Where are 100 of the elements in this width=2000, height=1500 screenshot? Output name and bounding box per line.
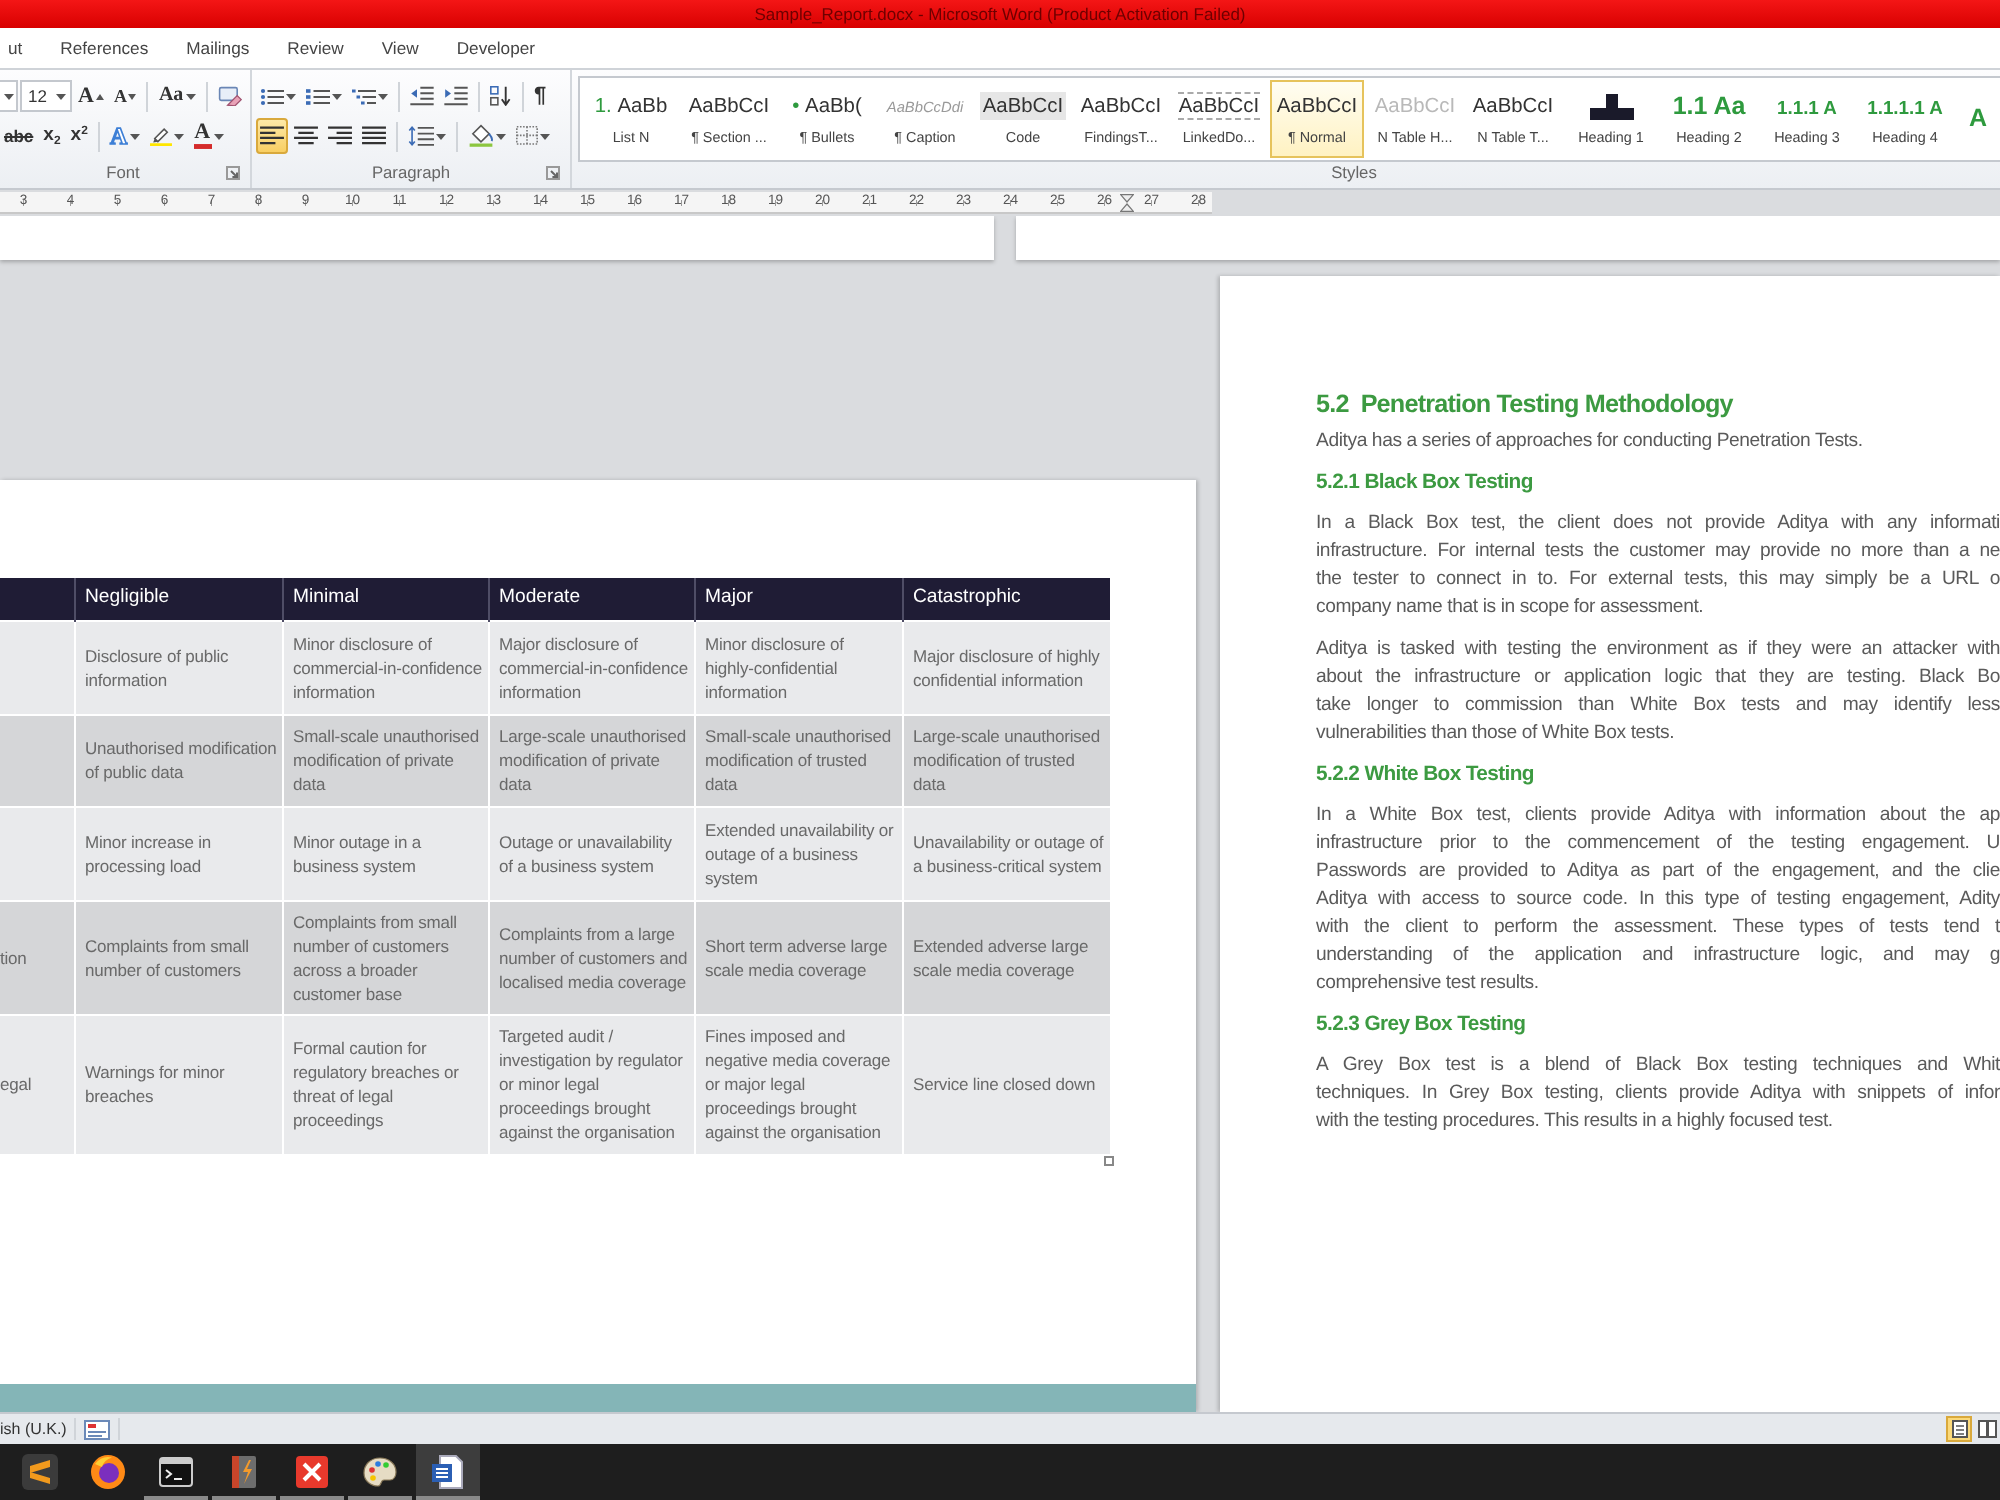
table-cell: Disclosure of public information (74, 620, 282, 714)
ribbon-tab[interactable]: Developer (448, 33, 543, 63)
paragraph-line: infrastructure prior to the commencement of the testing engagement. U (1316, 830, 2000, 858)
taskbar-button[interactable] (416, 1444, 480, 1500)
caret-up-icon (95, 93, 104, 99)
table-cell: tion (0, 900, 74, 1014)
dialog-launcher-icon (546, 166, 560, 180)
book-icon (226, 1454, 262, 1490)
table-cell: Fines imposed and negative media coverage or major legal proceedings brought against the organisation (694, 1014, 902, 1154)
ribbon-tab[interactable]: ut (0, 33, 31, 63)
highlighter-icon (149, 125, 172, 147)
paragraph-line: Aditya has a series of approaches for conducting Penetration Tests. (1316, 428, 1865, 456)
table-cell: Targeted audit / investigation by regulator or minor legal proceedings brought against the organisation (488, 1014, 694, 1154)
caret-icon (185, 93, 196, 99)
subscript-button[interactable]: x$_{2}$ (39, 118, 65, 154)
print-layout-button[interactable] (1946, 1416, 1972, 1442)
two-page-view-button[interactable] (1974, 1416, 2000, 1442)
ribbon-tab[interactable]: View (373, 33, 427, 63)
numbered-list-icon (306, 87, 330, 105)
language-status[interactable]: ish (U.K.) (0, 1417, 67, 1441)
column-header: Major (694, 578, 902, 620)
table-cell: Unauthorised modification of public data (74, 714, 282, 806)
paragraph-line: infrastructure. For internal tests the customer may provide no more than a ne (1316, 538, 2000, 566)
paragraph-line: take longer to commission than White Box tests and may identify less (1316, 692, 2000, 720)
paragraph-line: comprehensive test results. (1316, 970, 1541, 998)
chevron-logo-icon (22, 1454, 58, 1490)
table-cell: Large-scale unauthorised modification of private data (488, 714, 694, 806)
font-color-button[interactable]: A (189, 118, 228, 154)
paint-bucket-icon (468, 124, 494, 148)
table-cell: Minor disclosure of highly-confidential information (694, 620, 902, 714)
table-cell: Small-scale unauthorised modification of trusted data (694, 714, 902, 806)
superscript-button[interactable]: x$^{2}$ (66, 118, 92, 154)
font-size-field[interactable]: 12 (20, 80, 72, 112)
paragraph-line: the tester to connect in to. For external tests, this may simply be a URL o (1316, 566, 2000, 594)
paragraph-line: A Grey Box test is a blend of Black Box testing techniques and Whit (1316, 1052, 2000, 1080)
caret-icon (378, 93, 388, 99)
ribbon-tab[interactable]: Review (279, 33, 352, 63)
show-marks-button[interactable]: ¶ (530, 78, 551, 114)
borders-icon (516, 126, 538, 146)
heading-title: Penetration Testing Methodology (1360, 388, 1733, 422)
subsection-heading: 5.2.2 White Box Testing (1316, 762, 1536, 790)
ribbon-tab[interactable]: Mailings (178, 33, 258, 63)
font-name-dropdown[interactable] (0, 80, 18, 112)
align-center-icon (294, 126, 318, 146)
paragraph-line: In a Black Box test, the client does not provide Aditya with any informati (1316, 510, 2000, 538)
ribbon-tab[interactable]: References (52, 33, 157, 63)
style-gallery-item[interactable]: A (1956, 80, 2000, 158)
table-cell: Warnings for minor breaches (74, 1014, 282, 1154)
caret-icon (129, 133, 140, 139)
ring-logo-icon (90, 1454, 126, 1490)
paragraph-line: Passwords are provided to Aditya as part of the engagement, and the clie (1316, 858, 2000, 886)
document-status-icon (84, 1419, 111, 1439)
caret-icon (496, 133, 506, 139)
caret-down-icon (128, 93, 137, 99)
paragraph-line: Aditya with access to source code. In this type of testing engagement, Adity (1316, 886, 2000, 914)
caret-icon (540, 133, 550, 139)
bullet-list-icon (260, 87, 284, 105)
table-cell: Complaints from small number of customers across a broader customer base (282, 900, 488, 1014)
table-cell: Minor increase in processing load (74, 806, 282, 900)
color-bar-icon (193, 144, 212, 150)
two-pages-icon (1977, 1420, 1997, 1438)
caret-icon (286, 93, 296, 99)
caret-icon (213, 133, 224, 139)
align-left-button[interactable] (256, 118, 288, 154)
table-cell: Service line closed down (902, 1014, 1110, 1154)
heading-number: 5.2 (1316, 388, 1349, 422)
subsection-heading: 5.2.3 Grey Box Testing (1316, 1012, 1528, 1040)
t-shape-icon (1589, 93, 1633, 119)
justify-icon (362, 126, 386, 146)
group-label: Font (106, 164, 140, 182)
table-cell: Small-scale unauthorised modification of private data (282, 714, 488, 806)
line-spacing-icon (408, 126, 434, 146)
caret-icon (332, 93, 342, 99)
subsection-heading: 5.2.1 Black Box Testing (1316, 470, 1535, 498)
table-cell: Minor outage in a business system (282, 806, 488, 900)
paragraph-line: about the infrastructure or application logic that they are testing. Black Bo (1316, 664, 2000, 692)
window-title: Sample_Report.docx - Microsoft Word (Product Activation Failed) (754, 5, 1246, 23)
table-cell: Formal caution for regulatory breaches or threat of legal proceedings (282, 1014, 488, 1154)
paragraph-line: Aditya is tasked with testing the environment as if they were an attacker with (1316, 636, 2000, 664)
paragraph-line: vulnerabilities than those of White Box tests. (1316, 720, 1677, 748)
multilevel-list-icon (352, 87, 376, 105)
page-layout-icon (1949, 1420, 1969, 1438)
align-left-icon (260, 126, 284, 146)
align-right-icon (328, 126, 352, 146)
column-header: Negligible (74, 578, 282, 620)
table-cell: Minor disclosure of commercial-in-confidence information (282, 620, 488, 714)
x-tile-icon (294, 1454, 330, 1490)
dialog-launcher-icon (225, 166, 240, 180)
change-case-button[interactable]: Aa (154, 78, 200, 114)
shrink-font-button[interactable]: A (109, 78, 141, 114)
column-header: Moderate (488, 578, 694, 620)
table-cell: Complaints from small number of customers (74, 900, 282, 1014)
table-cell: Large-scale unauthorised modification of trusted data (902, 714, 1110, 806)
sort-icon (490, 85, 512, 107)
grow-font-button[interactable]: A (74, 78, 108, 114)
paragraph-line: company name that is in scope for assessment. (1316, 594, 1706, 622)
paragraph-line: with the client to perform the assessment. These types of tests tend t (1316, 914, 2000, 942)
group-label: Paragraph (371, 164, 451, 182)
strikethrough-button[interactable]: abc (0, 118, 38, 154)
paragraph-line: techniques. In Grey Box testing, clients provide Aditya with snippets of infor (1316, 1080, 2000, 1108)
